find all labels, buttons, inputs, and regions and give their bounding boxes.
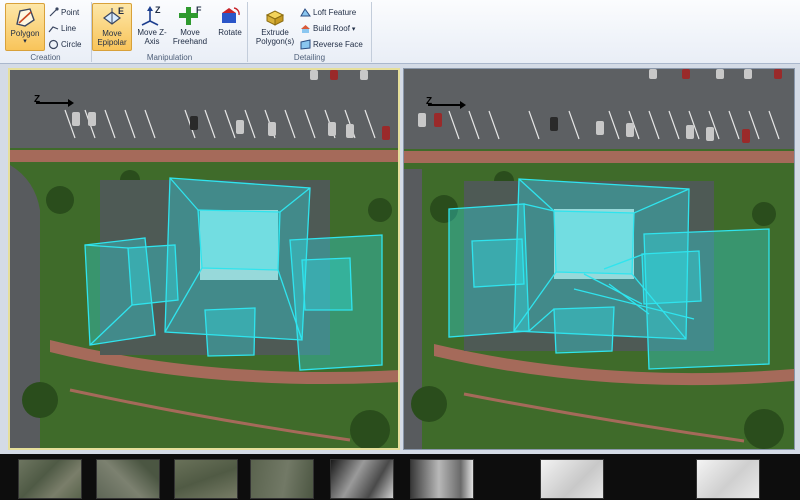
polygon-label: Polygon xyxy=(10,29,40,38)
key-e-text: E xyxy=(118,6,124,16)
manipulation-group-label: Manipulation xyxy=(146,53,193,62)
rotate-button[interactable]: Rotate xyxy=(210,3,250,51)
detailing-group: Extrude Polygon(s) Loft Feature Build Ro… xyxy=(248,2,372,62)
circle-label: Circle xyxy=(61,40,82,49)
circle-button[interactable]: Circle xyxy=(48,38,81,52)
polygon-icon xyxy=(16,8,35,27)
thumbnail-4[interactable] xyxy=(250,459,314,499)
move-epipolar-button[interactable]: E Move Epipolar xyxy=(92,3,132,51)
left-stereo-viewport[interactable]: Z xyxy=(8,68,400,450)
thumbnail-6[interactable] xyxy=(410,459,474,499)
rotate-label: Rotate xyxy=(218,28,242,37)
point-button[interactable]: Point xyxy=(48,6,79,20)
reverse-face-button[interactable]: Reverse Face xyxy=(300,38,363,52)
key-z-text: Z xyxy=(155,5,161,15)
image-thumbnail-strip xyxy=(0,454,800,500)
point-label: Point xyxy=(61,8,80,17)
thumbnail-7[interactable] xyxy=(540,459,604,499)
build-roof-label: Build Roof xyxy=(313,24,350,33)
loft-icon xyxy=(300,8,311,17)
loft-label: Loft Feature xyxy=(313,8,357,17)
move-z-axis-icon: Z xyxy=(141,5,161,26)
build-roof-icon xyxy=(301,25,310,34)
extrude-label: Extrude Polygon(s) xyxy=(255,28,295,46)
parking-lot-right xyxy=(404,69,794,149)
thumbnail-3[interactable] xyxy=(174,459,238,499)
thumbnail-1[interactable] xyxy=(18,459,82,499)
ribbon-toolbar: Polygon ▾ Point Line Circle Creation E M… xyxy=(0,0,800,64)
svg-text:Z: Z xyxy=(34,94,40,105)
aerial-image-right: Z xyxy=(404,69,794,449)
extrude-icon xyxy=(265,10,285,26)
parking-lot xyxy=(10,70,398,148)
loft-feature-button[interactable]: Loft Feature xyxy=(300,6,356,20)
key-f-text: F xyxy=(196,5,202,15)
aerial-image-left: Z xyxy=(10,70,398,448)
polygon-button[interactable]: Polygon ▾ xyxy=(5,3,45,51)
move-freehand-button[interactable]: F Move Freehand xyxy=(170,3,210,51)
right-stereo-viewport[interactable]: Z xyxy=(403,68,795,450)
move-z-axis-label: Move Z-Axis xyxy=(137,28,167,46)
line-label: Line xyxy=(61,24,77,33)
rotate-icon xyxy=(222,7,240,23)
detailing-group-label: Detailing xyxy=(293,53,326,62)
thumbnail-8[interactable] xyxy=(696,459,760,499)
circle-icon xyxy=(48,40,59,50)
reverse-face-label: Reverse Face xyxy=(313,40,363,49)
creation-group: Polygon ▾ Point Line Circle Creation xyxy=(0,2,92,62)
creation-group-label: Creation xyxy=(30,53,61,62)
build-roof-dropdown-icon[interactable]: ▾ xyxy=(352,26,356,33)
move-epipolar-icon: E xyxy=(103,6,124,25)
line-button[interactable]: Line xyxy=(48,22,76,36)
sidewalk xyxy=(10,150,398,162)
extrude-polygons-button[interactable]: Extrude Polygon(s) xyxy=(252,3,298,51)
point-icon xyxy=(49,7,59,17)
thumbnail-2[interactable] xyxy=(96,459,160,499)
build-roof-button[interactable]: Build Roof ▾ xyxy=(300,22,355,36)
move-epipolar-label: Move Epipolar xyxy=(97,29,127,47)
manipulation-group: E Move Epipolar Z Move Z-Axis F Move Fre… xyxy=(92,2,248,62)
move-z-axis-button[interactable]: Z Move Z-Axis xyxy=(132,3,172,51)
reverse-face-icon xyxy=(300,39,311,50)
svg-text:Z: Z xyxy=(426,96,432,107)
move-freehand-label: Move Freehand xyxy=(172,28,208,46)
thumbnail-5[interactable] xyxy=(330,459,394,499)
move-freehand-icon: F xyxy=(179,5,202,25)
line-icon xyxy=(48,26,59,33)
